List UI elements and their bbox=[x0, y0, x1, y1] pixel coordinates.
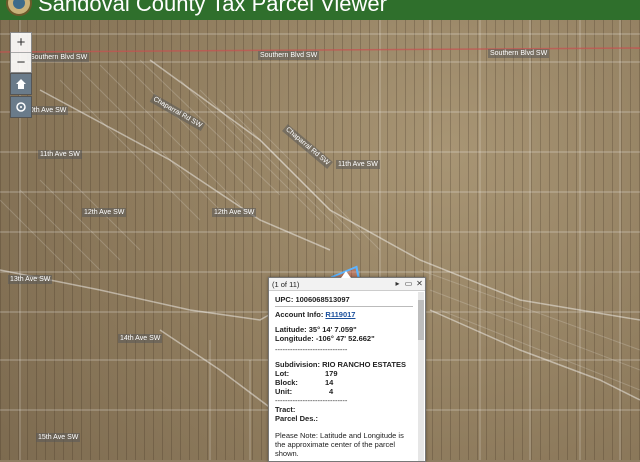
street-label: 15th Ave SW bbox=[36, 433, 81, 442]
locate-icon bbox=[16, 102, 26, 112]
lat-label: Latitude: bbox=[275, 325, 307, 334]
popup-scrollbar[interactable] bbox=[418, 292, 424, 461]
note-line: Please Note: Latitude and Longitude is bbox=[275, 431, 404, 440]
popup-titlebar: (1 of 11) ▸ ▭ ✕ bbox=[269, 278, 425, 291]
home-icon bbox=[16, 79, 26, 89]
popup-counter: (1 of 11) bbox=[272, 280, 300, 289]
lon-label: Longitude: bbox=[275, 334, 314, 343]
upc-value: 1006068513097 bbox=[295, 295, 350, 304]
maximize-icon[interactable]: ▭ bbox=[404, 279, 413, 288]
tract-label: Tract: bbox=[275, 405, 296, 414]
street-label: 14th Ave SW bbox=[118, 334, 163, 343]
zoom-in-button[interactable]: + bbox=[11, 33, 31, 52]
app-header: Sandoval County Tax Parcel Viewer bbox=[0, 0, 640, 20]
street-label: Southern Blvd SW bbox=[258, 51, 320, 60]
parcel-desc-label: Parcel Des.: bbox=[275, 414, 318, 423]
divider: ----------------------------- bbox=[275, 345, 348, 354]
block-label: Block: bbox=[275, 378, 298, 387]
next-icon[interactable]: ▸ bbox=[393, 279, 402, 288]
lot-value: 179 bbox=[325, 369, 338, 378]
popup-pointer bbox=[341, 271, 351, 278]
county-seal-icon bbox=[6, 0, 32, 16]
lot-label: Lot: bbox=[275, 369, 290, 378]
zoom-control: + − bbox=[10, 32, 32, 73]
app-title: Sandoval County Tax Parcel Viewer bbox=[38, 0, 387, 16]
lon-value: -106° 47' 52.662" bbox=[315, 334, 375, 343]
account-label: Account Info: bbox=[275, 310, 324, 319]
street-label: 12th Ave SW bbox=[212, 208, 257, 217]
street-label: Southern Blvd SW bbox=[488, 49, 550, 58]
lat-value: 35° 14' 7.059" bbox=[308, 325, 357, 334]
street-label: 11th Ave SW bbox=[336, 160, 380, 169]
account-link[interactable]: R119017 bbox=[325, 310, 355, 319]
unit-value: 4 bbox=[329, 387, 334, 396]
block-value: 14 bbox=[325, 378, 334, 387]
street-label: 12th Ave SW bbox=[82, 208, 127, 217]
parcel-popup: (1 of 11) ▸ ▭ ✕ UPC: 1006068513097 Accou… bbox=[268, 271, 426, 462]
unit-label: Unit: bbox=[275, 387, 293, 396]
divider: ----------------------------- bbox=[275, 396, 348, 405]
locate-button[interactable] bbox=[10, 96, 32, 118]
note-line: the approximate center of the parcel bbox=[275, 440, 396, 449]
street-label: 11th Ave SW bbox=[38, 150, 82, 159]
home-button[interactable] bbox=[10, 73, 32, 95]
subdivision-value: RIO RANCHO ESTATES bbox=[322, 360, 406, 369]
close-icon[interactable]: ✕ bbox=[415, 279, 424, 288]
zoom-out-button[interactable]: − bbox=[11, 52, 31, 72]
note-line: shown. bbox=[275, 449, 299, 458]
street-label: Southern Blvd SW bbox=[28, 53, 90, 62]
upc-label: UPC: bbox=[275, 295, 294, 304]
street-label: 13th Ave SW bbox=[8, 275, 53, 284]
scrollbar-thumb[interactable] bbox=[418, 300, 424, 340]
subdivision-label: Subdivision: bbox=[275, 360, 320, 369]
popup-content: UPC: 1006068513097 Account Info: R119017… bbox=[275, 294, 413, 461]
